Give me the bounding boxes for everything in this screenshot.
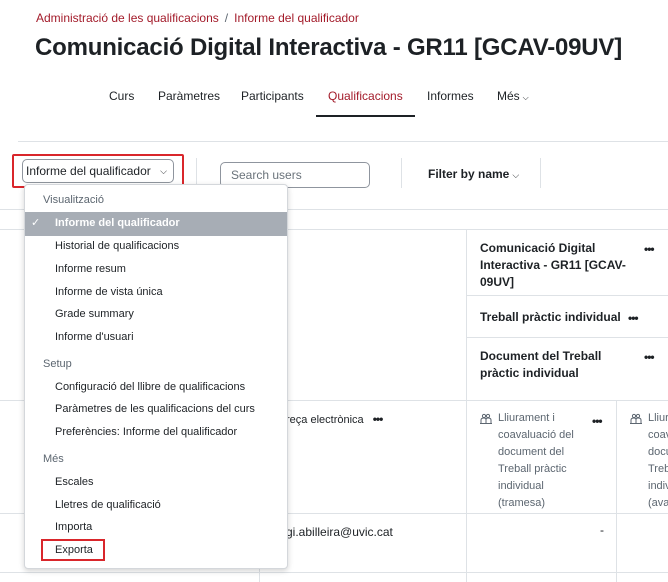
grid-line (616, 400, 617, 582)
active-tab-indicator (316, 115, 415, 117)
category-document-line: Document del Treball (480, 349, 602, 363)
more-actions-icon[interactable]: ••• (644, 350, 655, 364)
breadcrumb: Administració de les qualificacions / Info… (36, 11, 359, 25)
category-document-line: pràctic individual (480, 366, 579, 380)
grid-line (466, 337, 668, 338)
course-nav: Curs Paràmetres Participants Qualificaci… (0, 84, 668, 118)
category-course-header[interactable]: Comunicació Digital Interactiva - GR11 [… (480, 240, 630, 291)
grade-cell[interactable]: - (600, 523, 604, 537)
grade-item-line: coavaluació del (498, 429, 574, 441)
dropdown-item-scales[interactable]: Escales (55, 476, 94, 488)
email-column-header[interactable]: reça electrònica ••• (286, 412, 384, 426)
grid-line (466, 229, 467, 582)
grade-item-line: Trebl (648, 463, 668, 475)
breadcrumb-item-grader-report[interactable]: Informe del qualificador (234, 11, 359, 25)
assignment-icon (480, 410, 492, 428)
grade-item-line: (ava (648, 497, 668, 509)
report-selector-highlight (12, 154, 184, 188)
filter-by-name-label: Filter by name (428, 167, 510, 181)
dropdown-section-header: Més (43, 453, 64, 465)
nav-item-more[interactable]: Més ⌵ (497, 89, 529, 103)
dropdown-item-grade-letters[interactable]: Lletres de qualificació (55, 499, 161, 511)
category-course-line: Interactiva - GR11 [GCAV- (480, 258, 626, 272)
dropdown-section-header: Setup (43, 358, 72, 370)
dropdown-item-gradebook-setup[interactable]: Configuració del llibre de qualificacion… (55, 381, 245, 393)
grade-item-line: individual (498, 480, 544, 492)
dropdown-item-grader-report[interactable]: ✓ Informe del qualificador (25, 212, 287, 236)
toolbar-divider (540, 158, 541, 188)
search-users-placeholder: Search users (231, 168, 302, 182)
export-highlight (41, 539, 105, 561)
nav-item-participants[interactable]: Participants (241, 89, 304, 103)
grade-item-header[interactable]: Lliurament i coavaluació del document de… (498, 410, 588, 512)
more-actions-icon[interactable]: ••• (628, 311, 639, 325)
grade-item-line: Treball pràctic (498, 463, 567, 475)
dropdown-item-summary-report[interactable]: Informe resum (55, 263, 126, 275)
grade-item-line: coav (648, 429, 668, 441)
user-email: gi.abilleira@uvic.cat (286, 525, 393, 539)
toolbar-top-divider (18, 141, 668, 142)
nav-item-reports[interactable]: Informes (427, 89, 474, 103)
dropdown-item-course-grade-settings[interactable]: Paràmetres de les qualificacions del cur… (55, 403, 255, 415)
filter-by-name-button[interactable]: Filter by name ⌵ (428, 167, 519, 181)
nav-item-grades[interactable]: Qualificacions (328, 89, 403, 103)
grade-item-line: (tramesa) (498, 497, 546, 509)
assignment-icon (630, 410, 642, 428)
grade-item-line: docu (648, 446, 668, 458)
toolbar-divider (401, 158, 402, 188)
dropdown-section-header: Visualització (43, 194, 104, 206)
report-dropdown-menu: Visualització ✓ Informe del qualificador… (24, 184, 288, 569)
dropdown-item-import[interactable]: Importa (55, 521, 92, 533)
grade-item-line: Lliurament i (498, 412, 555, 424)
dropdown-item-label: Informe del qualificador (55, 217, 180, 229)
page-title: Comunicació Digital Interactiva - GR11 [… (35, 34, 623, 61)
grade-item-line: indiv (648, 480, 668, 492)
grade-item-line: document del (498, 446, 565, 458)
grade-item-header[interactable]: Lliur coav docu Trebl indiv (ava (648, 410, 668, 512)
category-course-line: 09UV] (480, 275, 515, 289)
category-document-header[interactable]: Document del Treball pràctic individual (480, 348, 630, 382)
category-course-line: Comunicació Digital (480, 241, 596, 255)
breadcrumb-separator: / (224, 11, 229, 25)
dropdown-item-user-report[interactable]: Informe d'usuari (55, 331, 134, 343)
dropdown-item-single-view[interactable]: Informe de vista única (55, 286, 163, 298)
chevron-down-icon: ⌵ (522, 93, 529, 102)
grid-line (466, 295, 668, 296)
chevron-down-icon: ⌵ (512, 170, 520, 180)
dropdown-item-grader-preferences[interactable]: Preferències: Informe del qualificador (55, 426, 237, 438)
category-assignment-header[interactable]: Treball pràctic individual (480, 309, 621, 326)
email-column-label: reça electrònica (286, 414, 364, 426)
more-actions-icon[interactable]: ••• (592, 414, 603, 428)
check-icon: ✓ (31, 217, 41, 229)
nav-item-course[interactable]: Curs (109, 89, 134, 103)
nav-item-settings[interactable]: Paràmetres (158, 89, 220, 103)
grid-line (0, 572, 668, 573)
breadcrumb-item-grade-admin[interactable]: Administració de les qualificacions (36, 11, 219, 25)
grade-item-line: Lliur (648, 412, 668, 424)
nav-item-more-label: Més (497, 89, 520, 103)
dropdown-item-grade-history[interactable]: Historial de qualificacions (55, 240, 179, 252)
more-actions-icon[interactable]: ••• (644, 242, 655, 256)
dropdown-item-grade-summary[interactable]: Grade summary (55, 308, 134, 320)
more-actions-icon[interactable]: ••• (373, 412, 384, 426)
